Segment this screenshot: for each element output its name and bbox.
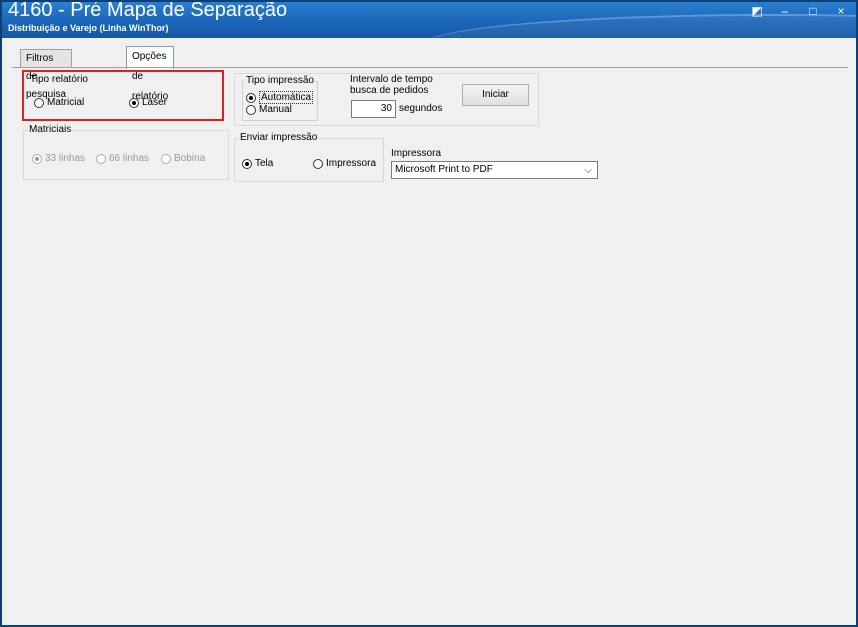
- tipo-impressao-label: Tipo impressão: [245, 75, 315, 86]
- tipo-impressao-group: Tipo impressão Automática Manual: [242, 75, 318, 121]
- radio-circle-icon: [161, 153, 171, 164]
- radio-automatica-label: Automática: [259, 91, 314, 104]
- app-window: 4160 - Pré Mapa de Separação Distribuiçã…: [0, 0, 858, 627]
- radio-selected-icon: [246, 92, 256, 103]
- radio-automatica[interactable]: Automática: [246, 91, 314, 104]
- tab-filtros-de-pesquisa[interactable]: Filtros de pesquisa: [20, 49, 73, 100]
- impressora-select[interactable]: Microsoft Print to PDF ⌵: [391, 161, 598, 179]
- radio-tela[interactable]: Tela: [242, 158, 273, 169]
- impressora-label: Impressora: [391, 148, 442, 159]
- intervalo-label-line2: busca de pedidos: [350, 85, 429, 96]
- radio-selected-icon: [32, 153, 42, 164]
- window-subtitle: Distribuição e Varejo (Linha WinThor): [8, 23, 169, 33]
- tab-divider: [12, 67, 848, 68]
- intervalo-label-line1: Intervalo de tempo: [350, 74, 433, 85]
- intervalo-unit: segundos: [399, 103, 443, 114]
- radio-selected-icon: [242, 158, 252, 169]
- close-button[interactable]: ×: [834, 4, 848, 18]
- radio-bobina: Bobina: [161, 153, 205, 164]
- matriciais-group: Matriciais 33 linhas 66 linhas Bobina: [23, 124, 229, 180]
- matriciais-label: Matriciais: [28, 124, 73, 135]
- window-controls: ◩ – □ ×: [750, 4, 848, 18]
- radio-impressora[interactable]: Impressora: [313, 158, 376, 169]
- radio-tela-label: Tela: [255, 158, 274, 169]
- radio-33-linhas-label: 33 linhas: [45, 153, 86, 164]
- iniciar-button[interactable]: Iniciar: [462, 84, 529, 106]
- title-bar: 4160 - Pré Mapa de Separação Distribuiçã…: [2, 2, 856, 38]
- main-content: Filtros de pesquisa Opções de relatório …: [2, 38, 856, 625]
- minimize-button[interactable]: –: [778, 4, 792, 18]
- radio-impressora-label: Impressora: [326, 158, 377, 169]
- radio-bobina-label: Bobina: [174, 153, 206, 164]
- window-title: 4160 - Pré Mapa de Separação: [8, 2, 288, 21]
- enviar-impressao-group: Enviar impressão Tela Impressora: [234, 132, 384, 182]
- radio-33-linhas: 33 linhas: [32, 153, 85, 164]
- radio-66-linhas: 66 linhas: [96, 153, 149, 164]
- impressora-value: Microsoft Print to PDF: [395, 164, 493, 175]
- intervalo-input[interactable]: 30: [351, 100, 396, 118]
- radio-circle-icon: [246, 104, 256, 115]
- radio-manual-label: Manual: [259, 104, 292, 115]
- radio-66-linhas-label: 66 linhas: [109, 153, 150, 164]
- radio-circle-icon: [96, 153, 106, 164]
- edit-icon[interactable]: ◩: [750, 4, 764, 18]
- enviar-impressao-label: Enviar impressão: [239, 132, 319, 143]
- tab-opcoes-de-relatorio[interactable]: Opções de relatório: [126, 46, 175, 102]
- radio-manual[interactable]: Manual: [246, 104, 292, 115]
- maximize-button[interactable]: □: [806, 4, 820, 18]
- highlight-box: [22, 70, 224, 121]
- chevron-down-icon: ⌵: [584, 165, 592, 176]
- radio-circle-icon: [313, 158, 323, 169]
